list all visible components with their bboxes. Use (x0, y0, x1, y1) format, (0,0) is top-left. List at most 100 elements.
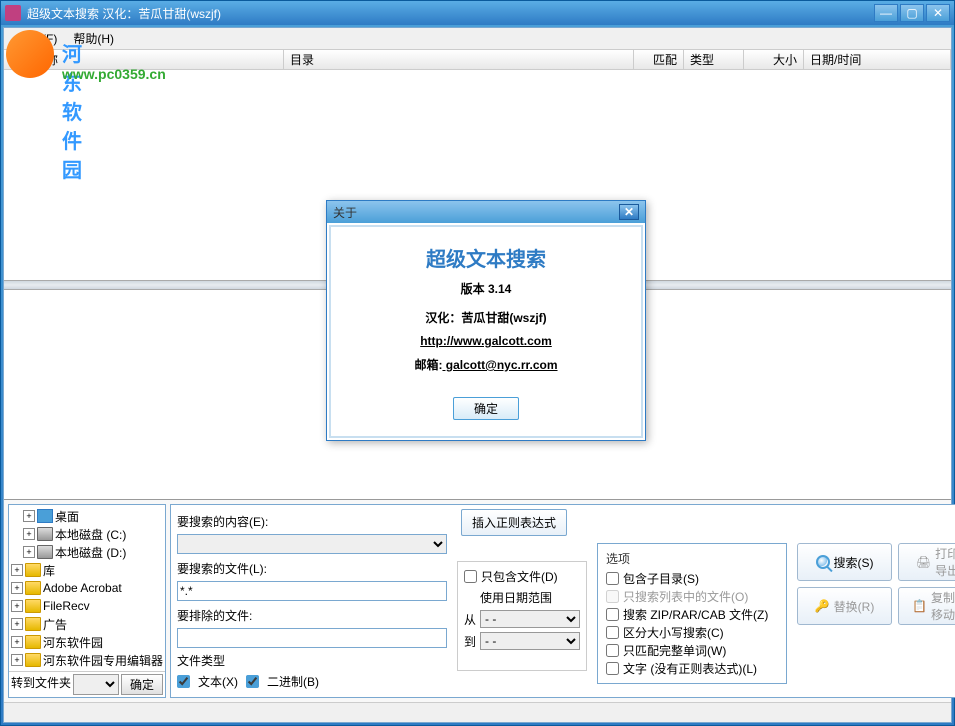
folder-icon (25, 635, 41, 649)
drive-icon (37, 527, 53, 541)
tree-toggle-icon[interactable]: + (11, 600, 23, 612)
folder-icon (25, 617, 41, 631)
opt-literal-checkbox[interactable] (606, 662, 619, 675)
menu-help[interactable]: 帮助(H) (65, 28, 122, 49)
goto-folder-select[interactable] (73, 674, 119, 695)
folder-icon (25, 599, 41, 613)
close-button[interactable]: ✕ (926, 4, 950, 22)
titlebar[interactable]: 超级文本搜索 汉化：苦瓜甘甜(wszjf) — ▢ ✕ (1, 1, 954, 25)
tree-item[interactable]: 河东软件园专用编辑器 (43, 652, 163, 669)
only-files-checkbox[interactable] (464, 570, 477, 583)
opt-case-checkbox[interactable] (606, 626, 619, 639)
tree-toggle-icon[interactable]: + (23, 546, 35, 558)
col-type[interactable]: 类型 (684, 50, 744, 69)
col-filename[interactable]: 文件名称 (4, 50, 284, 69)
replace-button: 🔑替换(R) (797, 587, 892, 625)
folder-icon (25, 563, 41, 577)
tree-toggle-icon[interactable]: + (23, 528, 35, 540)
opt-zip-label: 搜索 ZIP/RAR/CAB 文件(Z) (623, 606, 768, 623)
tree-toggle-icon[interactable]: + (11, 618, 23, 630)
opt-subdirs-checkbox[interactable] (606, 572, 619, 585)
date-range-panel: 只包含文件(D) 使用日期范围 从- - 到- - (457, 561, 587, 671)
about-heading: 超级文本搜索 (347, 243, 625, 272)
use-daterange-label: 使用日期范围 (480, 589, 552, 606)
col-size[interactable]: 大小 (744, 50, 804, 69)
statusbar (4, 702, 951, 722)
opt-zip-checkbox[interactable] (606, 608, 619, 621)
drive-icon (37, 545, 53, 559)
maximize-button[interactable]: ▢ (900, 4, 924, 22)
results-header: 文件名称 目录 匹配 类型 大小 日期/时间 (4, 50, 951, 70)
filetype-binary-checkbox[interactable] (246, 675, 259, 688)
search-icon (816, 555, 830, 569)
exclude-files-input[interactable] (177, 628, 447, 648)
tree-toggle-icon[interactable]: + (11, 654, 23, 666)
tree-item[interactable]: 河东软件园 (43, 634, 103, 651)
app-icon (5, 5, 21, 21)
date-from-label: 从 (464, 611, 476, 628)
about-dialog: 关于 ✕ 超级文本搜索 版本 3.14 汉化：苦瓜甘甜(wszjf) http:… (326, 200, 646, 441)
date-to-label: 到 (464, 633, 476, 650)
insert-regex-button[interactable]: 插入正则表达式 (461, 509, 567, 536)
opt-listed-label: 只搜索列表中的文件(O) (623, 588, 748, 605)
tree-item[interactable]: 库 (43, 562, 55, 579)
col-match[interactable]: 匹配 (634, 50, 684, 69)
date-from-select[interactable]: - - (480, 610, 580, 628)
bottom-panel: + 桌面 + 本地磁盘 (C:) + 本地磁盘 (D:) + 库 + Adobe Acro… (4, 499, 951, 702)
print-button: 🖨打印/ 导出(P) (898, 543, 955, 581)
only-files-label: 只包含文件(D) (481, 568, 558, 585)
filetype-text-checkbox[interactable] (177, 675, 190, 688)
about-ok-button[interactable]: 确定 (453, 397, 519, 420)
replace-icon: 🔑 (815, 599, 830, 613)
tree-item[interactable]: FileRecv (43, 599, 90, 613)
copy-icon: 📋 (912, 599, 927, 613)
exclude-files-label: 要排除的文件: (177, 607, 447, 624)
options-fieldset: 选项 包含子目录(S) 只搜索列表中的文件(O) 搜索 ZIP/RAR/CAB … (597, 543, 787, 684)
about-email-link[interactable]: galcott@nyc.rr.com (442, 358, 557, 372)
menubar: 文件(F) 帮助(H) (4, 28, 951, 50)
about-version: 版本 3.14 (347, 280, 625, 297)
filetype-text-label: 文本(X) (198, 673, 238, 690)
search-content-label: 要搜索的内容(E): (177, 513, 447, 530)
filetype-label: 文件类型 (177, 652, 225, 669)
tree-item[interactable]: 本地磁盘 (D:) (55, 544, 126, 561)
tree-item[interactable]: 广告 (43, 616, 67, 633)
window-title: 超级文本搜索 汉化：苦瓜甘甜(wszjf) (27, 5, 874, 22)
search-content-input[interactable] (177, 534, 447, 554)
about-titlebar[interactable]: 关于 ✕ (327, 201, 645, 223)
monitor-icon (37, 509, 53, 523)
tree-item[interactable]: Adobe Acrobat (43, 581, 122, 595)
menu-file[interactable]: 文件(F) (10, 28, 65, 49)
opt-case-label: 区分大小写搜索(C) (623, 624, 724, 641)
folder-tree[interactable]: + 桌面 + 本地磁盘 (C:) + 本地磁盘 (D:) + 库 + Adobe Acro… (9, 505, 165, 671)
search-files-input[interactable] (177, 581, 447, 601)
folder-icon (25, 653, 41, 667)
opt-subdirs-label: 包含子目录(S) (623, 570, 699, 587)
about-email-label: 邮箱: (414, 358, 442, 372)
about-translator: 汉化：苦瓜甘甜(wszjf) (347, 309, 625, 326)
tree-toggle-icon[interactable]: + (11, 636, 23, 648)
filetype-binary-label: 二进制(B) (267, 673, 319, 690)
search-files-label: 要搜索的文件(L): (177, 560, 447, 577)
date-to-select[interactable]: - - (480, 632, 580, 650)
about-url-link[interactable]: http://www.galcott.com (420, 334, 552, 348)
options-title: 选项 (606, 550, 778, 567)
copy-button: 📋复制或 移动文件 (898, 587, 955, 625)
tree-toggle-icon[interactable]: + (11, 582, 23, 594)
search-button[interactable]: 搜索(S) (797, 543, 892, 581)
about-close-button[interactable]: ✕ (619, 204, 639, 220)
goto-folder-label: 转到文件夹 (11, 674, 71, 695)
print-icon: 🖨 (916, 555, 931, 569)
col-datetime[interactable]: 日期/时间 (804, 50, 951, 69)
tree-item[interactable]: 桌面 (55, 508, 79, 525)
about-title-text: 关于 (333, 204, 619, 221)
opt-wholewords-checkbox[interactable] (606, 644, 619, 657)
col-directory[interactable]: 目录 (284, 50, 634, 69)
tree-item[interactable]: 本地磁盘 (C:) (55, 526, 126, 543)
opt-literal-label: 文字 (没有正则表达式)(L) (623, 660, 757, 677)
tree-toggle-icon[interactable]: + (23, 510, 35, 522)
opt-wholewords-label: 只匹配完整单词(W) (623, 642, 726, 659)
tree-toggle-icon[interactable]: + (11, 564, 23, 576)
minimize-button[interactable]: — (874, 4, 898, 22)
goto-folder-button[interactable]: 确定 (121, 674, 163, 695)
